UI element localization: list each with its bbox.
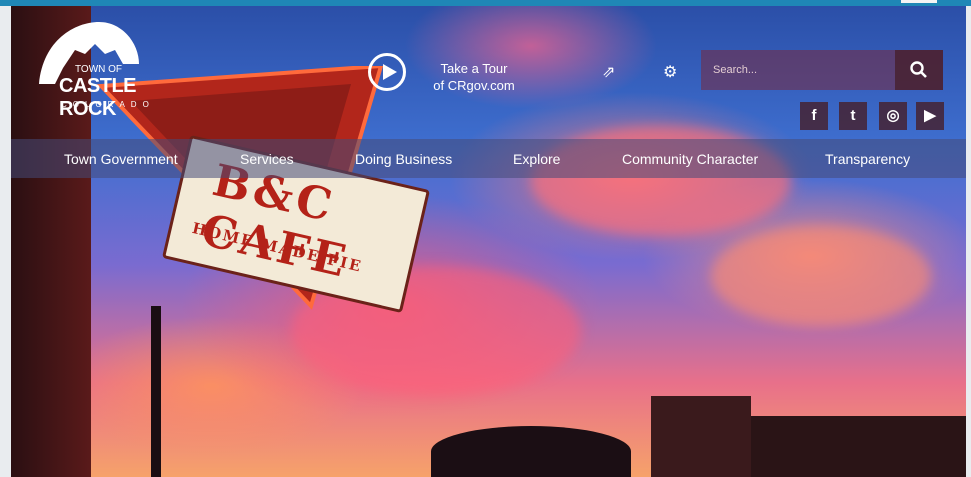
right-strip (966, 6, 971, 477)
logo-colorado: COLORADO (61, 100, 155, 109)
gear-icon[interactable]: ⚙ (663, 62, 677, 82)
left-strip (0, 6, 11, 477)
tour-line2: of CRgov.com (433, 78, 515, 93)
search-input[interactable] (701, 50, 894, 90)
nav-explore[interactable]: Explore (513, 151, 560, 167)
share-icon[interactable]: ⇗ (602, 62, 615, 82)
logo-town-of: TOWN OF (75, 64, 123, 75)
youtube-icon[interactable]: ▶ (916, 102, 944, 130)
instagram-icon[interactable]: ◎ (879, 102, 907, 130)
search-icon (910, 61, 927, 78)
nav-services[interactable]: Services (240, 151, 294, 167)
hero-image: B&C CAFE HOME MADE PIE TOWN OF CASTLE RO… (11, 6, 966, 477)
cloud (711, 226, 931, 326)
top-tab (901, 0, 937, 3)
building-far-right (751, 416, 966, 477)
nav-doing-business[interactable]: Doing Business (355, 151, 452, 167)
logo-castle-rock: CASTLE ROCK (59, 75, 137, 120)
town-logo[interactable]: TOWN OF CASTLE ROCK COLORADO (35, 20, 185, 120)
tour-link[interactable]: Take a Tour of CRgov.com (422, 60, 526, 94)
building-right (651, 396, 751, 477)
search-button[interactable] (895, 50, 943, 90)
pole (151, 306, 161, 477)
twitter-icon[interactable]: t (839, 102, 867, 130)
tree-silhouette (431, 426, 631, 477)
search-box (701, 50, 943, 90)
nav-community-character[interactable]: Community Character (622, 151, 758, 167)
nav-town-government[interactable]: Town Government (64, 151, 178, 167)
play-icon[interactable] (368, 53, 406, 91)
tour-line1: Take a Tour (440, 61, 508, 76)
facebook-icon[interactable]: f (800, 102, 828, 130)
nav-transparency[interactable]: Transparency (825, 151, 910, 167)
main-nav: Town Government Services Doing Business … (11, 139, 966, 178)
